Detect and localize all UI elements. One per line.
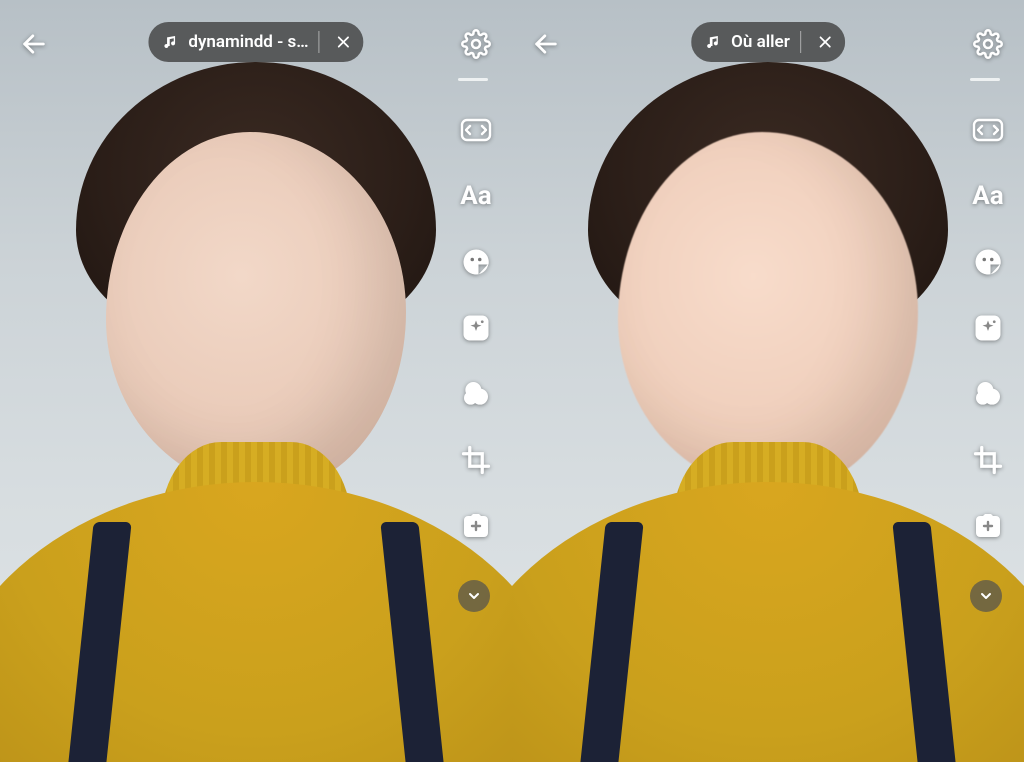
save-plus-icon (460, 512, 492, 540)
settings-button[interactable] (970, 26, 1006, 62)
settings-button[interactable] (458, 26, 494, 62)
expand-tools-button[interactable] (458, 580, 490, 612)
sticker-icon (973, 247, 1003, 277)
save-tool[interactable] (456, 506, 496, 546)
photo-face-shape (618, 132, 918, 492)
music-note-icon (705, 34, 721, 50)
side-by-side-comparison: dynamindd - s… Aa (0, 0, 1024, 762)
sticker-tool[interactable] (968, 242, 1008, 282)
filters-venn-icon (972, 378, 1004, 410)
boomerang-tool[interactable] (456, 110, 496, 150)
story-editor-pane-left: dynamindd - s… Aa (0, 0, 512, 762)
sticker-icon (461, 247, 491, 277)
music-pill[interactable]: Où aller (691, 22, 845, 62)
camera-preview (0, 0, 512, 762)
text-tool[interactable]: Aa (456, 176, 496, 216)
chevron-down-icon (466, 588, 482, 604)
effects-tool[interactable] (456, 308, 496, 348)
tool-group-indicator (458, 78, 488, 81)
close-x-icon (817, 34, 833, 50)
filters-tool[interactable] (968, 374, 1008, 414)
settings-gear-icon (461, 29, 491, 59)
crop-tool[interactable] (456, 440, 496, 480)
text-tool[interactable]: Aa (968, 176, 1008, 216)
filters-venn-icon (460, 378, 492, 410)
close-x-icon (336, 34, 352, 50)
crop-icon (973, 445, 1003, 475)
boomerang-tool[interactable] (968, 110, 1008, 150)
chevron-down-icon (978, 588, 994, 604)
tool-group-indicator (970, 78, 1000, 81)
back-button[interactable] (530, 28, 562, 60)
sparkle-effects-icon (973, 313, 1003, 343)
filters-tool[interactable] (456, 374, 496, 414)
music-note-icon (162, 34, 178, 50)
music-track-label: Où aller (731, 32, 790, 52)
music-track-label: dynamindd - s… (188, 32, 308, 52)
story-editor-pane-right: Où aller Aa (512, 0, 1024, 762)
back-arrow-icon (20, 30, 48, 58)
remove-music-button[interactable] (330, 28, 358, 56)
settings-gear-icon (973, 29, 1003, 59)
save-plus-icon (972, 512, 1004, 540)
boomerang-icon (459, 117, 493, 143)
save-tool[interactable] (968, 506, 1008, 546)
boomerang-icon (971, 117, 1005, 143)
back-arrow-icon (532, 30, 560, 58)
back-button[interactable] (18, 28, 50, 60)
photo-face-shape (106, 132, 406, 492)
pill-divider (319, 31, 320, 53)
pill-divider (800, 31, 801, 53)
side-toolbar: Aa (456, 110, 496, 546)
side-toolbar: Aa (968, 110, 1008, 546)
text-aa-icon: Aa (460, 183, 491, 209)
crop-icon (461, 445, 491, 475)
crop-tool[interactable] (968, 440, 1008, 480)
expand-tools-button[interactable] (970, 580, 1002, 612)
effects-tool[interactable] (968, 308, 1008, 348)
text-aa-icon: Aa (972, 183, 1003, 209)
sparkle-effects-icon (461, 313, 491, 343)
music-pill[interactable]: dynamindd - s… (148, 22, 363, 62)
camera-preview (512, 0, 1024, 762)
remove-music-button[interactable] (811, 28, 839, 56)
sticker-tool[interactable] (456, 242, 496, 282)
